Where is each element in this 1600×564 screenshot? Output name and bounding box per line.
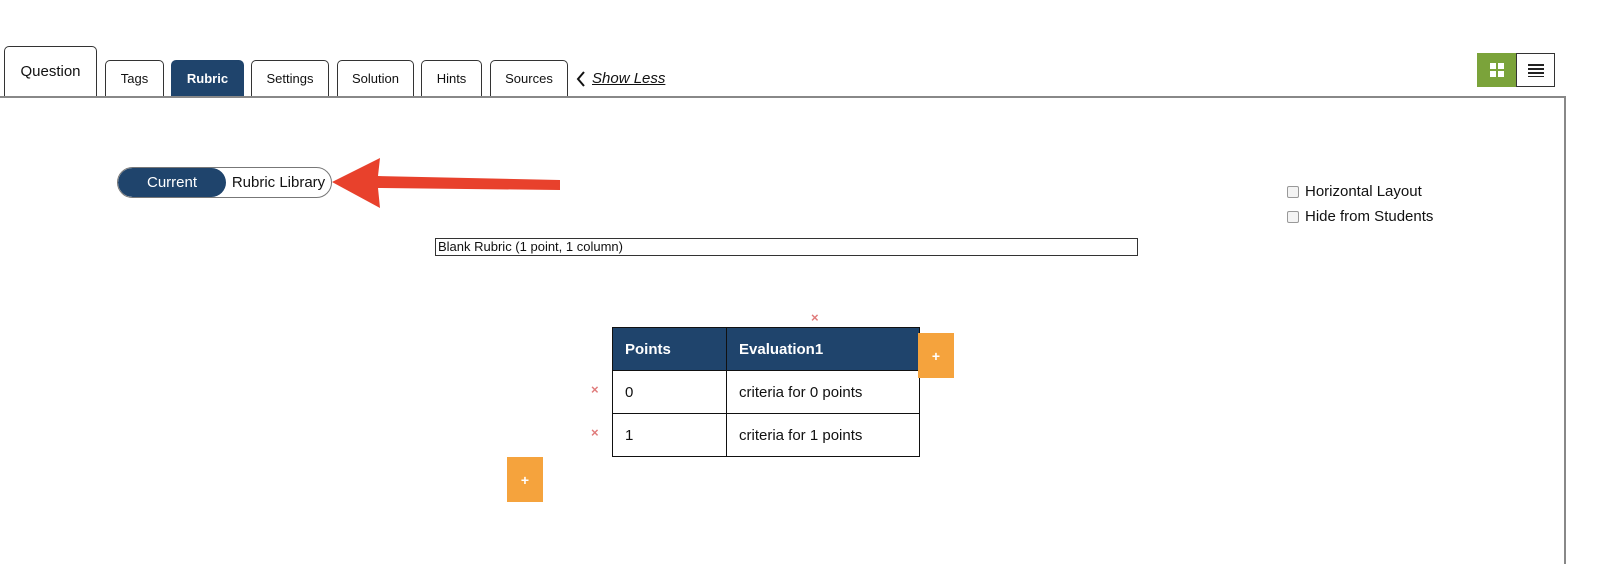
remove-column-icon[interactable]: ×: [811, 311, 819, 324]
chevron-left-icon: [576, 70, 585, 87]
remove-row-icon[interactable]: ×: [591, 426, 599, 439]
list-icon: [1527, 64, 1544, 77]
rubric-source-toggle: Current Rubric Library: [117, 167, 332, 198]
hide-from-students-option[interactable]: Hide from Students: [1287, 208, 1433, 225]
tab-solution[interactable]: Solution: [337, 60, 414, 96]
tab-sources[interactable]: Sources: [490, 60, 568, 96]
hide-from-students-label: Hide from Students: [1305, 208, 1434, 225]
tab-tags[interactable]: Tags: [105, 60, 164, 96]
tab-settings[interactable]: Settings: [251, 60, 329, 96]
hide-from-students-checkbox[interactable]: [1287, 210, 1299, 223]
table-header-row: Points Evaluation1: [612, 327, 920, 371]
rubric-table: Points Evaluation1 0 criteria for 0 poin…: [612, 327, 920, 457]
tab-solution-label: Solution: [352, 71, 399, 86]
tab-settings-label: Settings: [266, 71, 314, 86]
list-view-button[interactable]: [1516, 53, 1555, 87]
criteria-cell[interactable]: criteria for 0 points: [726, 370, 920, 414]
tab-tags-label: Tags: [120, 71, 149, 86]
points-cell[interactable]: 1: [612, 413, 727, 457]
add-row-button[interactable]: +: [507, 457, 543, 502]
panel-border-right: [1564, 96, 1566, 564]
tab-question-label: Question: [20, 63, 81, 80]
current-option[interactable]: Current: [118, 168, 226, 197]
horizontal-layout-label: Horizontal Layout: [1305, 183, 1422, 200]
grid-icon: [1489, 63, 1504, 77]
tab-hints[interactable]: Hints: [421, 60, 482, 96]
horizontal-layout-option[interactable]: Horizontal Layout: [1287, 183, 1422, 200]
rubric-template-select[interactable]: Blank Rubric (1 point, 1 column): [435, 238, 1138, 256]
show-less-label: Show Less: [592, 70, 666, 87]
add-column-button[interactable]: +: [918, 333, 954, 378]
points-cell[interactable]: 0: [612, 370, 727, 414]
tab-rubric-label: Rubric: [186, 71, 229, 86]
grid-view-button[interactable]: [1477, 53, 1516, 87]
tab-rubric[interactable]: Rubric: [171, 60, 244, 96]
panel-border-top: [0, 96, 1566, 98]
tab-hints-label: Hints: [436, 71, 467, 86]
remove-row-icon[interactable]: ×: [591, 383, 599, 396]
table-row: 1 criteria for 1 points: [612, 413, 920, 457]
rubric-library-option[interactable]: Rubric Library: [226, 168, 331, 197]
horizontal-layout-checkbox[interactable]: [1287, 185, 1299, 198]
points-header: Points: [612, 327, 727, 371]
rubric-editor: Question Tags Rubric Settings Solution H…: [0, 0, 1600, 564]
criteria-cell[interactable]: criteria for 1 points: [726, 413, 920, 457]
annotation-arrow-icon: [332, 158, 560, 208]
show-less-link[interactable]: Show Less: [576, 70, 665, 87]
evaluation-header[interactable]: Evaluation1: [726, 327, 920, 371]
tab-sources-label: Sources: [505, 71, 553, 86]
tab-question[interactable]: Question: [4, 46, 97, 96]
table-row: 0 criteria for 0 points: [612, 370, 920, 414]
